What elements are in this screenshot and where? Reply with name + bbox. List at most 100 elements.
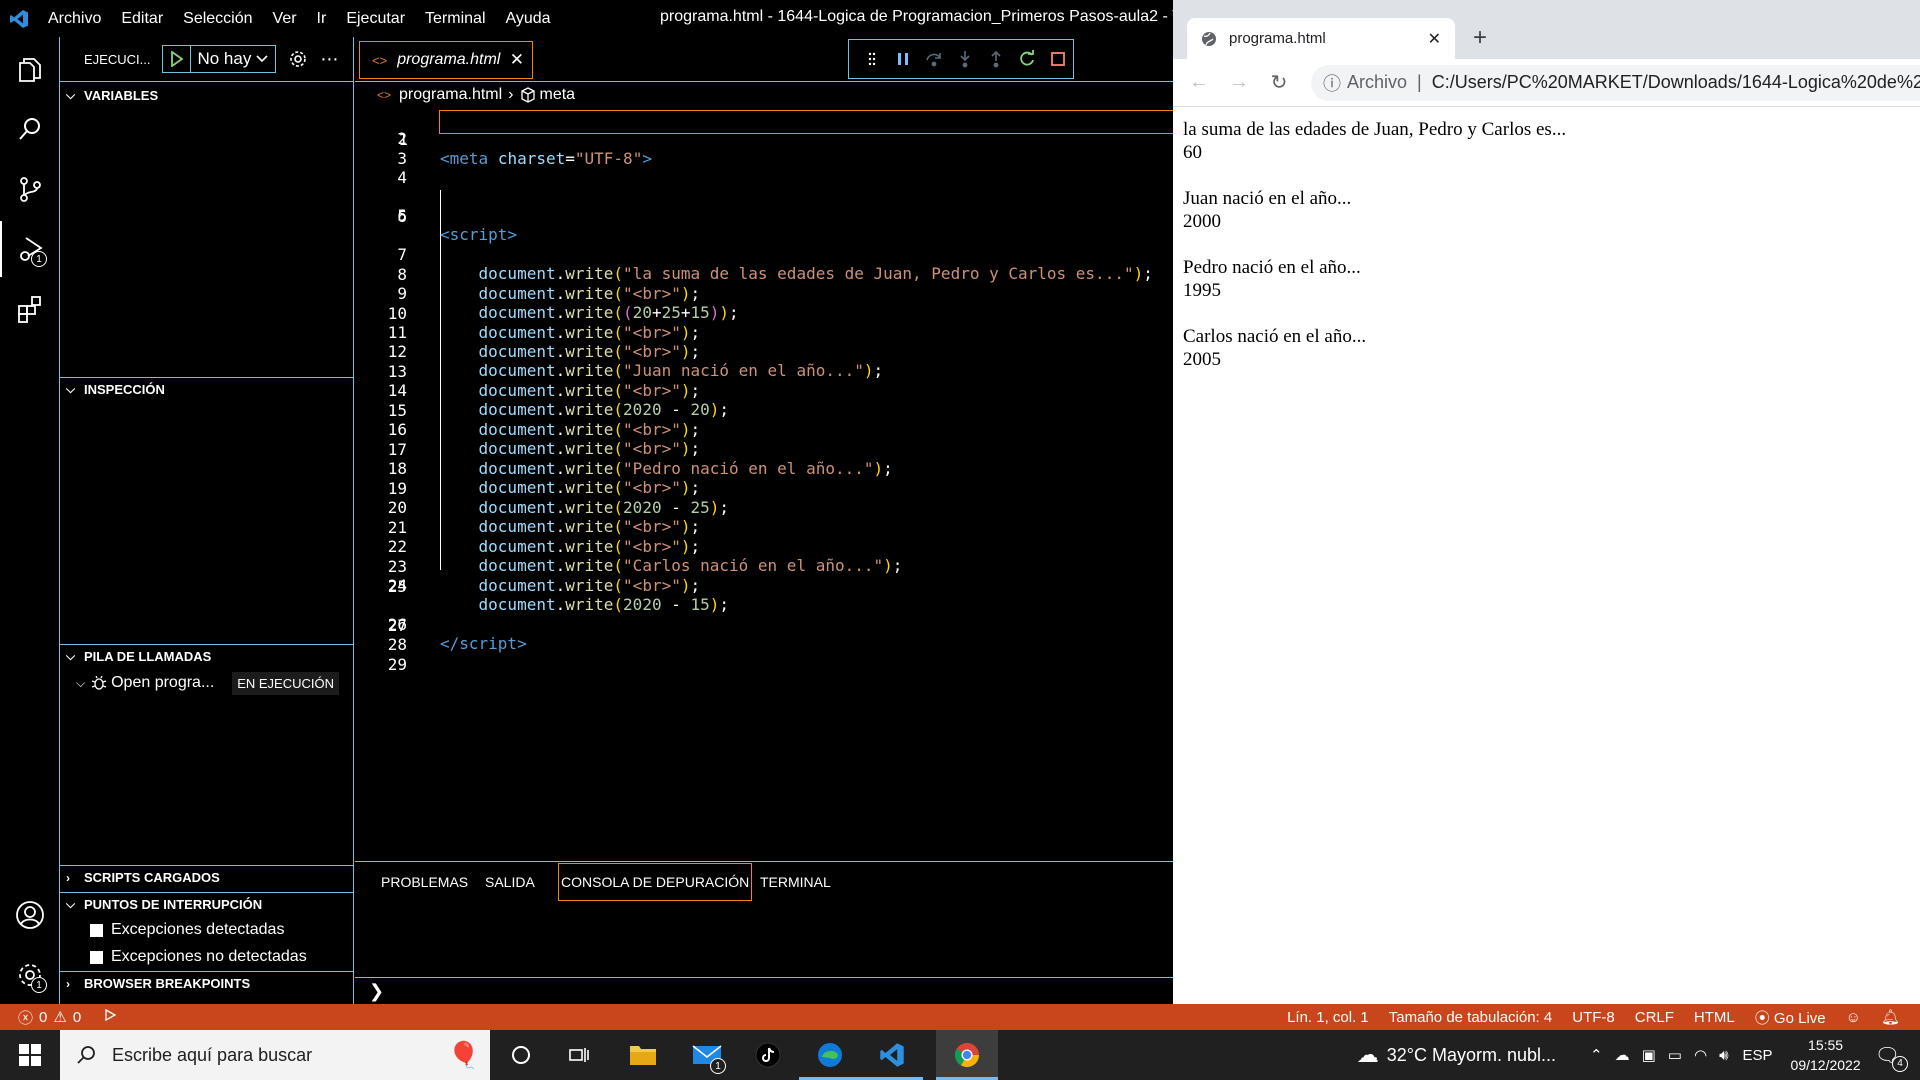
uncaught-exceptions-checkbox[interactable] <box>90 950 103 964</box>
run-debug-icon[interactable]: 1 <box>0 221 59 277</box>
tab-terminal[interactable]: TERMINAL <box>758 863 833 901</box>
taskbar-search-box[interactable]: Escribe aquí para buscar 🎈 <box>60 1030 490 1080</box>
browser-tab[interactable]: programa.html ✕ <box>1187 18 1455 59</box>
input-language[interactable]: ESP <box>1743 1047 1773 1064</box>
breakpoint-caught-exceptions[interactable]: Excepciones detectadas <box>90 917 284 943</box>
clock-time: 15:55 <box>1808 1037 1844 1053</box>
clock[interactable]: 15:55 09/12/2022 <box>1791 1035 1861 1075</box>
breadcrumb-file[interactable]: programa.html <box>399 86 502 104</box>
run-config-dropdown[interactable]: No hay <box>191 49 275 69</box>
menu-ayuda[interactable]: Ayuda <box>496 10 561 28</box>
step-out-icon[interactable] <box>980 41 1011 77</box>
forward-arrow-icon[interactable]: → <box>1219 71 1259 94</box>
warning-icon[interactable]: ⚠ <box>53 1008 66 1026</box>
manage-gear-icon[interactable]: 1 <box>0 947 59 1003</box>
drag-handle-icon[interactable] <box>857 41 888 77</box>
activity-bar: 1 1 <box>0 37 60 1004</box>
tab-size[interactable]: Tamaño de tabulación: 4 <box>1389 1009 1552 1026</box>
html-file-icon: <> <box>372 52 388 68</box>
warnings-count[interactable]: 0 <box>73 1009 81 1026</box>
debug-bug-icon[interactable] <box>103 1008 117 1026</box>
end-of-line[interactable]: CRLF <box>1635 1009 1674 1026</box>
back-arrow-icon[interactable]: ← <box>1179 71 1219 94</box>
run-config-value: No hay <box>197 49 252 68</box>
debug-console-input[interactable]: ❯ <box>355 977 1173 1005</box>
menu-seleccion[interactable]: Selección <box>173 10 262 28</box>
loaded-scripts-section-header[interactable]: › SCRIPTS CARGADOS <box>60 865 353 889</box>
menu-archivo[interactable]: Archivo <box>38 10 111 28</box>
menu-ejecutar[interactable]: Ejecutar <box>336 10 415 28</box>
sidebar-header: EJECUCI... No hay ⋯ <box>60 37 353 82</box>
vscode-taskbar-icon[interactable] <box>861 1030 923 1080</box>
start-debug-play-icon[interactable] <box>163 46 192 72</box>
menu-ir[interactable]: Ir <box>307 10 337 28</box>
menu-ver[interactable]: Ver <box>263 10 307 28</box>
volume-icon[interactable]: 🔊︎ <box>1719 1047 1728 1064</box>
step-into-icon[interactable] <box>950 41 981 77</box>
browser-breakpoints-section-header[interactable]: › BROWSER BREAKPOINTS <box>60 971 353 995</box>
task-view-icon[interactable] <box>548 1030 610 1080</box>
search-icon[interactable] <box>0 101 59 157</box>
variables-section-header[interactable]: ⌵ VARIABLES <box>60 83 353 107</box>
callstack-item[interactable]: ⌵ Open progra... EN EJECUCIÓN <box>60 669 353 697</box>
caught-exceptions-checkbox[interactable] <box>90 923 103 937</box>
cortana-circle-icon[interactable] <box>490 1030 552 1080</box>
breakpoints-section-header[interactable]: ⌵ PUNTOS DE INTERRUPCIÓN <box>60 892 353 916</box>
accounts-icon[interactable] <box>0 887 59 943</box>
menu-terminal[interactable]: Terminal <box>415 10 495 28</box>
more-actions-icon[interactable]: ⋯ <box>320 49 338 70</box>
new-tab-plus-icon[interactable]: + <box>1473 24 1487 52</box>
tab-salida[interactable]: SALIDA <box>483 863 537 901</box>
errors-icon[interactable]: ⓧ <box>18 1007 33 1028</box>
debug-settings-gear-icon[interactable] <box>288 49 308 69</box>
device-icon[interactable]: ▣ <box>1642 1046 1656 1064</box>
output-value-pedro: 1995 <box>1183 280 1221 301</box>
edge-browser-icon[interactable] <box>799 1030 861 1080</box>
vscode-logo-icon[interactable] <box>0 0 38 37</box>
breakpoint-uncaught-exceptions[interactable]: Excepciones no detectadas <box>90 944 307 970</box>
explorer-icon[interactable] <box>0 41 59 97</box>
source-control-icon[interactable] <box>0 161 59 217</box>
tiktok-icon[interactable] <box>737 1030 799 1080</box>
wifi-icon[interactable]: ◠ <box>1694 1046 1707 1064</box>
cursor-position[interactable]: Lín. 1, col. 1 <box>1287 1009 1369 1026</box>
file-explorer-icon[interactable] <box>612 1030 674 1080</box>
pause-icon[interactable] <box>888 41 919 77</box>
code-editor[interactable]: 1 <meta charset="UTF-8"> 2 3 4 5 <script… <box>355 107 1173 861</box>
go-live-button[interactable]: ⦿ Go Live <box>1755 1007 1826 1028</box>
windows-start-icon[interactable] <box>0 1030 60 1080</box>
notifications-bell-icon[interactable]: 🔔︎ <box>1881 1008 1900 1026</box>
battery-icon[interactable]: ▭ <box>1668 1046 1682 1064</box>
stop-icon[interactable] <box>1042 41 1073 77</box>
weather-cloud-icon[interactable]: ☁ <box>1357 1042 1379 1068</box>
tab-label: programa.html <box>397 51 501 68</box>
step-over-icon[interactable] <box>919 41 950 77</box>
callstack-item-label: Open progra... <box>111 674 215 691</box>
encoding[interactable]: UTF-8 <box>1572 1009 1615 1026</box>
chevron-up-icon[interactable]: ⌃ <box>1590 1046 1603 1064</box>
breadcrumb-symbol[interactable]: meta <box>540 86 576 104</box>
address-bar[interactable]: ⓘ Archivo | C:/Users/PC%20MARKET/Downloa… <box>1311 64 1920 101</box>
restart-icon[interactable] <box>1011 41 1042 77</box>
tab-consola-depuracion[interactable]: CONSOLA DE DEPURACIÓN <box>558 863 753 901</box>
extensions-icon[interactable] <box>0 281 59 337</box>
watch-section-header[interactable]: ⌵ INSPECCIÓN <box>60 377 353 401</box>
reload-icon[interactable]: ↻ <box>1259 70 1299 95</box>
callstack-section-header[interactable]: ⌵ PILA DE LLAMADAS <box>60 644 353 668</box>
onedrive-cloud-icon[interactable]: ☁ <box>1615 1046 1630 1064</box>
close-icon[interactable]: ✕ <box>1428 29 1441 49</box>
tab-problemas[interactable]: PROBLEMAS <box>379 863 470 901</box>
errors-count[interactable]: 0 <box>39 1009 47 1026</box>
language-mode[interactable]: HTML <box>1694 1009 1735 1026</box>
notification-center-icon[interactable]: 🗨︎ 4 <box>1875 1043 1908 1072</box>
feedback-icon[interactable]: ☺ <box>1846 1009 1861 1026</box>
mail-icon[interactable]: 1 <box>676 1030 738 1080</box>
close-icon[interactable]: ✕ <box>510 50 524 70</box>
chrome-taskbar-icon[interactable] <box>936 1030 998 1080</box>
info-icon[interactable]: ⓘ <box>1323 70 1341 96</box>
search-placeholder: Escribe aquí para buscar <box>112 1044 313 1065</box>
menu-editar[interactable]: Editar <box>111 10 173 28</box>
tab-programa-html[interactable]: <> programa.html ✕ <box>359 41 533 79</box>
weather-text[interactable]: 32°C Mayorm. nubl... <box>1387 1045 1556 1066</box>
output-value-juan: 2000 <box>1183 211 1221 232</box>
